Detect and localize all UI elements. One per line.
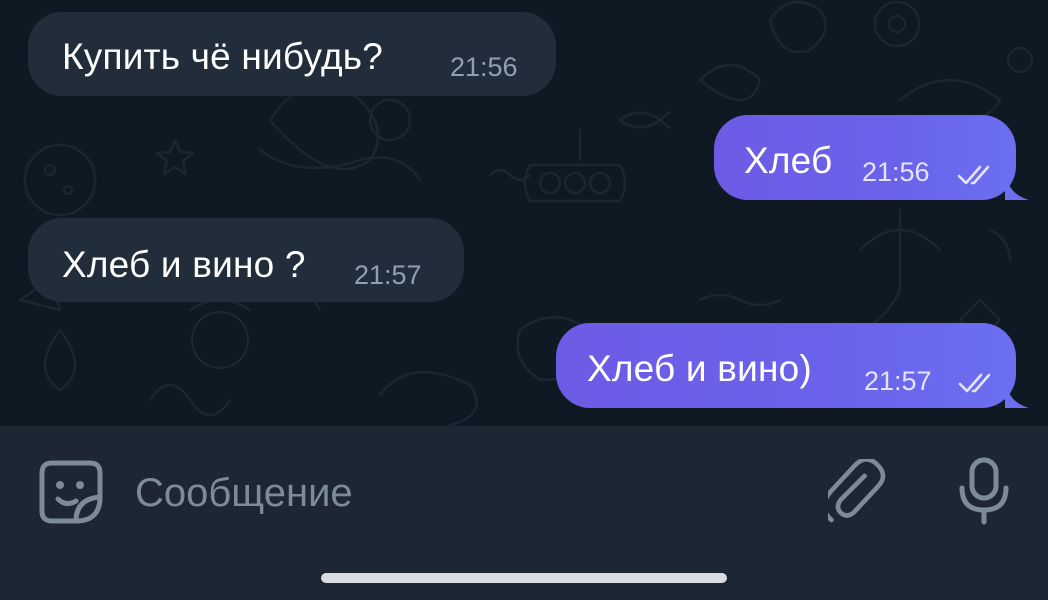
message-outgoing[interactable]: Хлеб 21:56 <box>714 115 1016 200</box>
system-navigation-bar <box>0 556 1048 600</box>
message-incoming[interactable]: Купить чё нибудь? 21:56 <box>28 12 556 96</box>
microphone-icon[interactable] <box>956 456 1012 526</box>
chat-history[interactable]: Купить чё нибудь? 21:56 Хлеб 21:56 Хлеб … <box>0 0 1048 426</box>
message-composer <box>0 426 1048 556</box>
paperclip-icon[interactable] <box>828 459 888 525</box>
message-text: Хлеб и вино) <box>587 348 812 389</box>
sticker-smile-icon[interactable] <box>38 459 104 525</box>
message-time: 21:57 <box>864 366 932 396</box>
message-input[interactable] <box>135 468 775 518</box>
message-time: 21:56 <box>450 52 518 82</box>
message-text: Купить чё нибудь? <box>62 36 383 77</box>
bubble-tail <box>1005 170 1029 200</box>
message-time: 21:56 <box>862 157 930 187</box>
read-checkmarks-icon <box>958 373 991 393</box>
message-text: Хлеб и вино ? <box>62 244 306 285</box>
read-checkmarks-icon <box>957 165 990 185</box>
message-time: 21:57 <box>354 260 422 290</box>
message-incoming[interactable]: Хлеб и вино ? 21:57 <box>28 218 464 302</box>
bubble-tail <box>1005 378 1029 408</box>
message-outgoing[interactable]: Хлеб и вино) 21:57 <box>556 323 1016 408</box>
home-indicator[interactable] <box>321 573 727 583</box>
message-text: Хлеб <box>744 140 833 181</box>
chat-screen: Купить чё нибудь? 21:56 Хлеб 21:56 Хлеб … <box>0 0 1048 600</box>
